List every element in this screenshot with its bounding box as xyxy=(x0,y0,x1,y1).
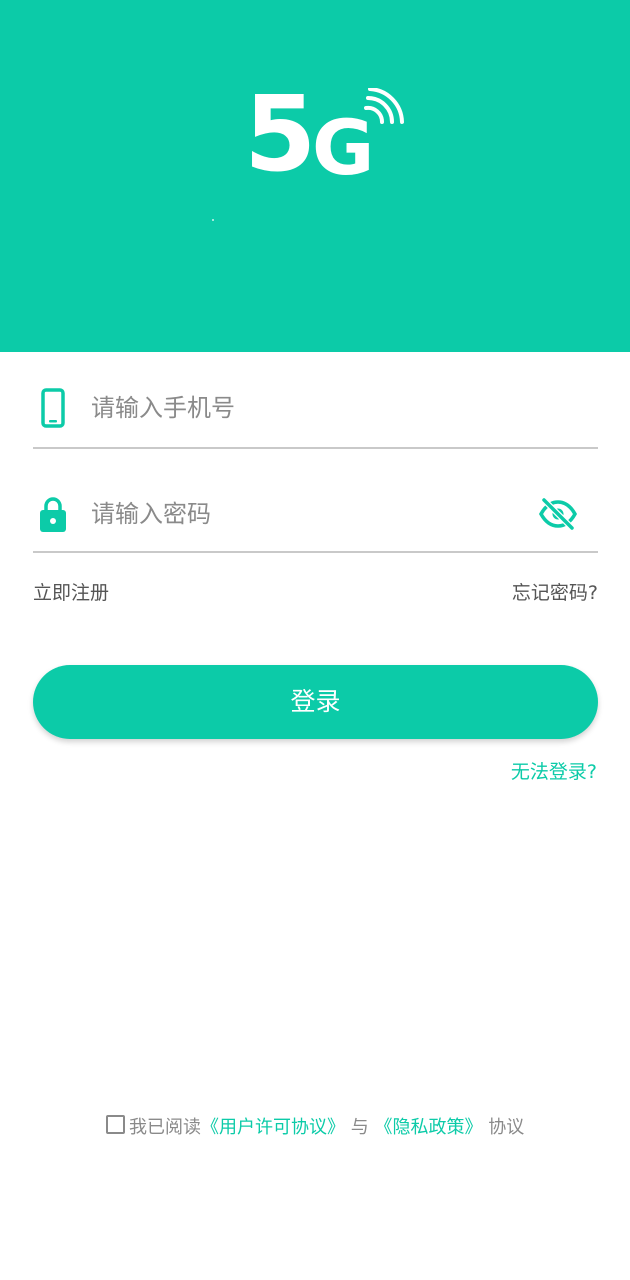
auth-links-row: 立即注册 忘记密码? xyxy=(33,578,598,606)
password-divider xyxy=(33,551,598,553)
eye-off-icon[interactable] xyxy=(538,496,578,532)
phone-icon xyxy=(41,388,65,428)
login-button[interactable]: 登录 xyxy=(33,665,598,739)
password-input[interactable] xyxy=(91,494,531,534)
user-agreement-link[interactable]: 《用户许可协议》 xyxy=(201,1117,345,1138)
cannot-login-link[interactable]: 无法登录? xyxy=(511,757,597,784)
header-banner: 5 G xyxy=(0,0,630,352)
password-field xyxy=(33,484,598,544)
5g-logo: 5 G xyxy=(244,82,414,188)
lock-icon xyxy=(40,497,66,532)
logo-number: 5 xyxy=(244,73,316,195)
agreement-prefix: 我已阅读 xyxy=(129,1117,201,1138)
phone-divider xyxy=(33,447,598,449)
phone-field xyxy=(33,378,598,438)
privacy-policy-link[interactable]: 《隐私政策》 xyxy=(374,1117,482,1138)
agreement-row: 我已阅读《用户许可协议》 与 《隐私政策》 协议 xyxy=(106,1114,524,1142)
signal-waves-icon xyxy=(364,88,404,124)
register-link[interactable]: 立即注册 xyxy=(33,578,109,605)
phone-input[interactable] xyxy=(91,388,531,428)
decorative-dot xyxy=(212,219,214,221)
agreement-conjunction: 与 xyxy=(350,1117,369,1138)
forgot-password-link[interactable]: 忘记密码? xyxy=(512,578,598,605)
agreement-checkbox[interactable] xyxy=(106,1115,125,1134)
agreement-suffix: 协议 xyxy=(488,1117,525,1138)
